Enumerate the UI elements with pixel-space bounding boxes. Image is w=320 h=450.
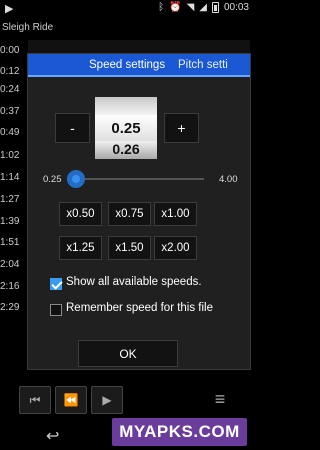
time-label: 1:14 bbox=[0, 172, 20, 183]
remember-speed-label[interactable]: Remember speed for this file bbox=[66, 302, 213, 314]
remember-speed-checkbox[interactable] bbox=[50, 304, 62, 316]
speed-button-0-50[interactable]: x0.50 bbox=[59, 202, 102, 226]
time-label: 2:16 bbox=[0, 281, 20, 292]
slider-max-label: 4.00 bbox=[219, 174, 238, 185]
speed-picker-prev bbox=[95, 97, 157, 116]
show-all-speeds-label[interactable]: Show all available speeds. bbox=[66, 276, 202, 288]
time-label: 1:51 bbox=[0, 237, 20, 248]
notification-icon: ▶ bbox=[5, 3, 14, 15]
tab-indicator bbox=[28, 75, 250, 77]
status-bar: ▶ ᛒ ⏰ ◥ ◢ 00:03 bbox=[0, 0, 253, 18]
speed-picker-value: 0.25 bbox=[95, 115, 157, 142]
back-icon[interactable]: ↩ bbox=[46, 426, 59, 446]
battery-icon bbox=[211, 2, 219, 13]
time-label: 2:29 bbox=[0, 302, 20, 313]
menu-icon[interactable]: ≡ bbox=[208, 386, 232, 412]
status-icons: ᛒ ⏰ ◥ ◢ 00:03 bbox=[158, 2, 249, 13]
watermark-logo: MYAPKS.COM bbox=[112, 418, 247, 446]
time-label: 1:39 bbox=[0, 216, 20, 227]
time-label: 0:00 bbox=[0, 45, 20, 56]
time-label: 0:37 bbox=[0, 106, 20, 117]
speed-picker[interactable]: 0.25 0.26 bbox=[95, 97, 157, 159]
decrease-speed-button[interactable]: - bbox=[55, 113, 90, 143]
increase-speed-button[interactable]: + bbox=[164, 113, 199, 143]
speed-dialog: Speed settings Pitch setti - 0.25 0.26 +… bbox=[27, 53, 251, 370]
slider-min-label: 0.25 bbox=[43, 174, 62, 185]
speed-slider-thumb[interactable] bbox=[67, 170, 85, 188]
bluetooth-icon: ᛒ bbox=[158, 2, 165, 13]
time-label: 0:24 bbox=[0, 84, 20, 95]
speed-button-1-00[interactable]: x1.00 bbox=[154, 202, 197, 226]
time-label: 1:27 bbox=[0, 194, 20, 205]
speed-button-2-00[interactable]: x2.00 bbox=[154, 236, 197, 260]
time-label: 1:02 bbox=[0, 150, 20, 161]
speed-button-0-75[interactable]: x0.75 bbox=[108, 202, 151, 226]
tab-speed-settings[interactable]: Speed settings bbox=[89, 59, 165, 71]
play-icon[interactable]: ▶ bbox=[91, 386, 123, 414]
speed-slider-track[interactable] bbox=[76, 178, 204, 180]
signal-icon: ◢ bbox=[199, 2, 207, 13]
time-label: 0:49 bbox=[0, 127, 20, 138]
time-label: 2:04 bbox=[0, 259, 20, 270]
wifi-icon: ◥ bbox=[186, 2, 195, 13]
clock: 00:03 bbox=[223, 2, 249, 13]
skip-back-icon[interactable]: ⏮ bbox=[19, 386, 51, 414]
time-label: 0:12 bbox=[0, 66, 20, 77]
speed-button-1-25[interactable]: x1.25 bbox=[59, 236, 102, 260]
show-all-speeds-checkbox[interactable] bbox=[50, 278, 62, 290]
speed-button-1-50[interactable]: x1.50 bbox=[108, 236, 151, 260]
dialog-tabs: Speed settings Pitch setti bbox=[28, 54, 250, 77]
alarm-icon: ⏰ bbox=[169, 2, 182, 13]
player-controls: ⏮ ⏪ ▶ ≡ bbox=[0, 386, 253, 414]
tab-pitch-settings[interactable]: Pitch setti bbox=[178, 59, 228, 71]
song-title: Sleigh Ride bbox=[2, 22, 54, 33]
ok-button[interactable]: OK bbox=[78, 340, 178, 367]
speed-picker-next: 0.26 bbox=[95, 141, 157, 159]
rewind-icon[interactable]: ⏪ bbox=[55, 386, 87, 414]
